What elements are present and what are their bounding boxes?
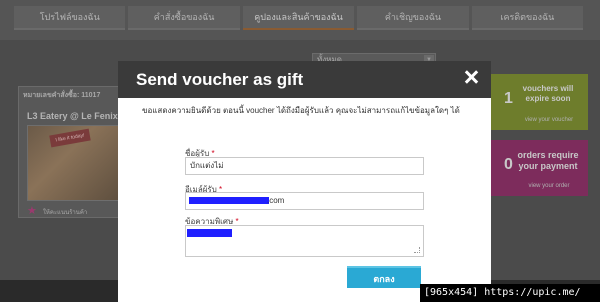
- resize-grip-icon[interactable]: [414, 247, 420, 253]
- orders-text: orders require your payment: [517, 150, 579, 171]
- intro-text: ขอแสดงความยินดีด้วย ตอนนี้ voucher ได้ถึ…: [142, 106, 460, 115]
- close-icon[interactable]: [463, 69, 479, 85]
- send-gift-modal: Send voucher as gift ขอแสดงความยินดีด้วย…: [118, 61, 491, 302]
- tab-invites[interactable]: คำเชิญของฉัน: [357, 6, 469, 30]
- redaction-mark: [189, 197, 269, 204]
- orders-payment-panel: 0 orders require your payment view your …: [490, 140, 588, 196]
- message-textarea[interactable]: [185, 225, 424, 257]
- recipient-email-field[interactable]: .com: [185, 192, 424, 210]
- modal-title: Send voucher as gift: [136, 70, 304, 89]
- tab-orders[interactable]: คำสั่งซื้อของฉัน: [128, 6, 240, 30]
- account-tabs: โปรไฟล์ของฉัน คำสั่งซื้อของฉัน คูปองและส…: [14, 6, 586, 30]
- tab-vouchers[interactable]: คูปองและสินค้าของฉัน: [242, 6, 355, 30]
- vouchers-expiring-panel: 1 vouchers will expire soon view your vo…: [490, 74, 588, 130]
- recipient-name-value: บักแต่งไม่: [190, 161, 224, 170]
- rate-shop-link[interactable]: ให้คะแนนร้านค้า: [43, 207, 87, 217]
- order-number: หมายเลขคำสั่งซื้อ: 11017: [23, 92, 101, 99]
- star-icon[interactable]: ★: [27, 205, 39, 217]
- vouchers-text: vouchers will expire soon: [522, 84, 574, 103]
- view-order-link[interactable]: view your order: [514, 183, 584, 189]
- deal-title[interactable]: L3 Eatery @ Le Fenix: [27, 111, 118, 121]
- recipient-email-suffix: .com: [267, 196, 285, 205]
- tab-profile[interactable]: โปรไฟล์ของฉัน: [14, 6, 126, 30]
- screen: โปรไฟล์ของฉัน คำสั่งซื้อของฉัน คูปองและส…: [0, 0, 600, 302]
- ok-button[interactable]: ตกลง: [347, 266, 421, 288]
- tab-credits[interactable]: เครดิตของฉัน: [471, 6, 584, 30]
- redaction-mark: [187, 229, 232, 237]
- view-voucher-link[interactable]: view your voucher: [514, 117, 584, 123]
- voucher-card: หมายเลขคำสั่งซื้อ: 11017 L3 Eatery @ Le …: [18, 86, 128, 218]
- vouchers-count: 1: [504, 90, 513, 107]
- recipient-name-field[interactable]: บักแต่งไม่: [185, 157, 424, 175]
- watermark: [965x454] https://upic.me/: [420, 284, 600, 302]
- modal-header: Send voucher as gift: [118, 61, 491, 98]
- deal-image-tag: I like it today!: [49, 128, 91, 148]
- deal-image: I like it today!: [27, 125, 123, 201]
